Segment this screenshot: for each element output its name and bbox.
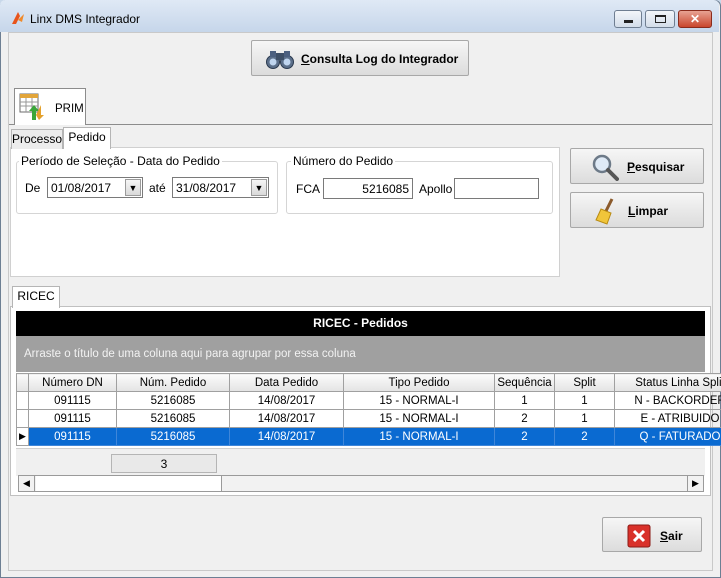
- maximize-icon: [655, 15, 666, 23]
- row-indicator-header: [16, 373, 29, 392]
- exit-label: Sair: [660, 529, 683, 543]
- cell[interactable]: Q - FATURADO: [614, 427, 721, 446]
- cell[interactable]: 15 - NORMAL-I: [343, 409, 495, 428]
- table-row[interactable]: 091115 5216085 14/08/2017 15 - NORMAL-I …: [16, 391, 721, 410]
- cell[interactable]: 2: [554, 427, 615, 446]
- cell[interactable]: 14/08/2017: [229, 427, 344, 446]
- magnifier-icon: [592, 154, 619, 181]
- row-count: 3: [111, 454, 217, 473]
- row-indicator[interactable]: [16, 391, 29, 410]
- orders-grid: Número DN Núm. Pedido Data Pedido Tipo P…: [16, 373, 721, 446]
- cell[interactable]: N - BACKORDER: [614, 391, 721, 410]
- tab-processo[interactable]: Processo: [11, 129, 63, 149]
- cell[interactable]: 15 - NORMAL-I: [343, 391, 495, 410]
- cell[interactable]: 091115: [28, 427, 117, 446]
- cell[interactable]: 091115: [28, 409, 117, 428]
- apollo-label: Apollo: [419, 182, 453, 196]
- cell[interactable]: 1: [494, 391, 555, 410]
- cell[interactable]: 2: [494, 409, 555, 428]
- fca-input[interactable]: 5216085: [323, 178, 413, 199]
- chevron-down-icon[interactable]: ▼: [125, 179, 141, 196]
- cell[interactable]: 14/08/2017: [229, 391, 344, 410]
- apollo-input[interactable]: [454, 178, 539, 199]
- to-date-picker[interactable]: 31/08/2017 ▼: [172, 177, 269, 198]
- grid-title: RICEC - Pedidos: [16, 311, 705, 336]
- column-header[interactable]: Sequência: [494, 373, 555, 392]
- log-query-button[interactable]: Consulta Log do Integrador: [251, 40, 469, 76]
- row-indicator[interactable]: [16, 409, 29, 428]
- maximize-button[interactable]: [645, 10, 675, 28]
- cell[interactable]: 2: [494, 427, 555, 446]
- exit-button[interactable]: Sair: [602, 517, 702, 552]
- fca-value: 5216085: [362, 182, 409, 196]
- column-header[interactable]: Número DN: [28, 373, 117, 392]
- from-date-value: 01/08/2017: [51, 181, 112, 195]
- module-tab-prim[interactable]: PRIM: [14, 88, 86, 125]
- binoculars-icon: [266, 51, 294, 69]
- table-row-selected[interactable]: ▶ 091115 5216085 14/08/2017 15 - NORMAL-…: [16, 427, 721, 446]
- to-date-value: 31/08/2017: [176, 181, 237, 195]
- cell[interactable]: 5216085: [116, 427, 230, 446]
- window-title: Linx DMS Integrador: [30, 12, 141, 26]
- to-label: até: [149, 181, 166, 195]
- column-header[interactable]: Status Linha Split: [614, 373, 721, 392]
- tab-pedido[interactable]: Pedido: [63, 127, 111, 149]
- scroll-right-icon[interactable]: ▶: [687, 476, 703, 491]
- broom-icon: [595, 198, 614, 225]
- module-tab-line: [9, 124, 712, 125]
- column-header[interactable]: Tipo Pedido: [343, 373, 495, 392]
- cell[interactable]: 091115: [28, 391, 117, 410]
- scroll-left-icon[interactable]: ◀: [19, 476, 35, 491]
- from-label: De: [25, 181, 41, 195]
- clear-label: Limpar: [628, 204, 669, 218]
- spreadsheet-arrows-icon: [19, 93, 44, 120]
- clear-button[interactable]: Limpar: [570, 192, 704, 228]
- horizontal-scrollbar[interactable]: ◀ ▶: [18, 475, 704, 492]
- cell[interactable]: E - ATRIBUIDO: [614, 409, 721, 428]
- period-title: Período de Seleção - Data do Pedido: [19, 154, 222, 168]
- minimize-button[interactable]: [614, 10, 642, 28]
- table-row[interactable]: 091115 5216085 14/08/2017 15 - NORMAL-I …: [16, 409, 721, 428]
- current-row-arrow-icon[interactable]: ▶: [16, 427, 29, 446]
- scroll-thumb[interactable]: [36, 476, 222, 491]
- search-button[interactable]: Pesquisar: [570, 148, 704, 184]
- tab-ricec[interactable]: RICEC: [12, 286, 60, 308]
- chevron-down-icon[interactable]: ▼: [251, 179, 267, 196]
- cell[interactable]: 1: [554, 391, 615, 410]
- close-icon: [627, 524, 651, 548]
- tab-processo-label: Processo: [12, 132, 63, 146]
- log-query-label: Consulta Log do Integrador: [301, 52, 459, 66]
- minimize-icon: [624, 20, 633, 23]
- search-label: Pesquisar: [627, 160, 685, 174]
- app-logo-icon: [12, 12, 24, 24]
- cell[interactable]: 14/08/2017: [229, 409, 344, 428]
- cell[interactable]: 1: [554, 409, 615, 428]
- cell[interactable]: 5216085: [116, 391, 230, 410]
- fca-label: FCA: [296, 182, 320, 196]
- module-tab-label: PRIM: [55, 103, 84, 115]
- column-header[interactable]: Data Pedido: [229, 373, 344, 392]
- from-date-picker[interactable]: 01/08/2017 ▼: [47, 177, 143, 198]
- tab-pedido-label: Pedido: [68, 130, 106, 144]
- group-by-panel[interactable]: Arraste o título de uma coluna aqui para…: [16, 336, 705, 372]
- close-icon: ✕: [689, 12, 701, 26]
- tab-ricec-label: RICEC: [17, 289, 55, 303]
- column-header[interactable]: Split: [554, 373, 615, 392]
- cell[interactable]: 5216085: [116, 409, 230, 428]
- close-window-button[interactable]: ✕: [678, 10, 712, 28]
- column-header[interactable]: Núm. Pedido: [116, 373, 230, 392]
- grid-header-row: Número DN Núm. Pedido Data Pedido Tipo P…: [16, 373, 721, 392]
- order-number-title: Número do Pedido: [291, 154, 396, 168]
- cell[interactable]: 15 - NORMAL-I: [343, 427, 495, 446]
